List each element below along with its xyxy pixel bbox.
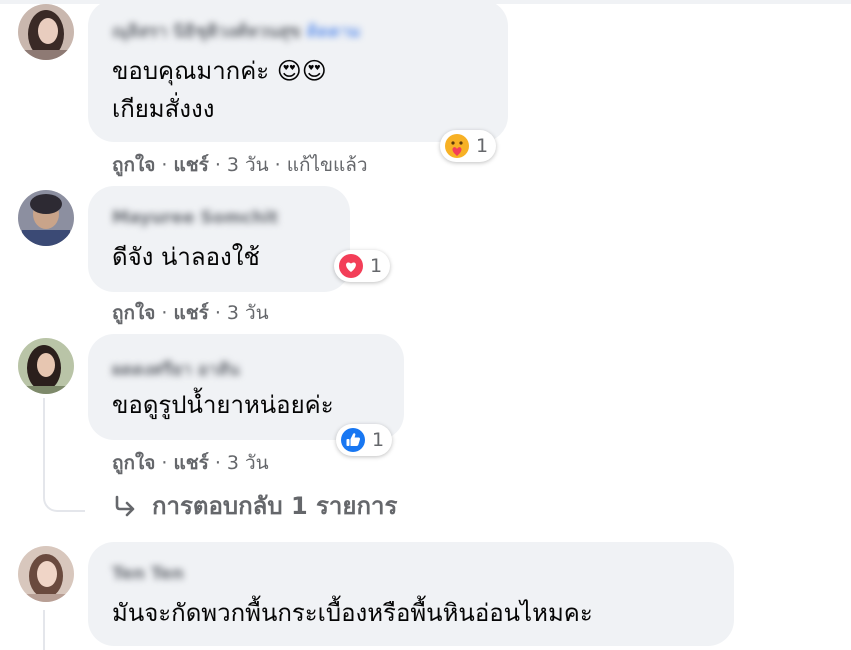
- comment-timestamp[interactable]: 3 วัน: [227, 448, 269, 478]
- love-heart-icon: [339, 254, 363, 278]
- reply-thread-corner: [43, 492, 85, 512]
- comment-bubble: Ten Ten มันจะกัดพวกพื้นกระเบื้องหรือพื้น…: [88, 542, 734, 646]
- comment-author-name[interactable]: Ten Ten: [112, 564, 184, 584]
- reply-thread-line: [43, 610, 45, 650]
- avatar-photo: [18, 190, 74, 246]
- commenter-avatar[interactable]: [18, 338, 74, 394]
- comment-text-line: ขอบคุณมากค่ะ 😍😍: [112, 57, 327, 85]
- share-button[interactable]: แชร์: [173, 448, 208, 478]
- reaction-summary[interactable]: 1: [334, 250, 391, 282]
- comment-actions: ถูกใจ · แชร์ · 3 วัน: [112, 298, 269, 328]
- like-thumb-icon: [341, 428, 365, 452]
- dot-separator: ·: [214, 452, 221, 474]
- care-emoji-icon: [445, 134, 469, 158]
- comment-author-name[interactable]: ณุลิสรา นิธิชุติวงศ์หวนสุข ติดตาม: [112, 18, 361, 45]
- share-button[interactable]: แชร์: [173, 298, 208, 328]
- edited-label[interactable]: แก้ไขแล้ว: [287, 150, 368, 180]
- reaction-count: 1: [476, 135, 489, 157]
- commenter-avatar[interactable]: [18, 546, 74, 602]
- comment-timestamp[interactable]: 3 วัน: [227, 150, 269, 180]
- comment-author-name[interactable]: ผดดงศรียา อาสัน: [112, 356, 239, 383]
- share-button[interactable]: แชร์: [173, 150, 208, 180]
- comment-bubble: Mayuree Somchit ดีจัง น่าลองใช้: [88, 186, 350, 292]
- avatar-photo: [18, 338, 74, 394]
- view-replies-link[interactable]: การตอบกลับ 1 รายการ: [112, 486, 397, 525]
- comment-timestamp[interactable]: 3 วัน: [227, 298, 269, 328]
- reply-thread-line: [43, 398, 45, 494]
- dot-separator: ·: [161, 302, 168, 324]
- like-button[interactable]: ถูกใจ: [112, 150, 155, 180]
- reaction-count: 1: [370, 255, 383, 277]
- reply-arrow-icon: [115, 495, 135, 516]
- commenter-avatar[interactable]: [18, 190, 74, 246]
- comment-actions: ถูกใจ · แชร์ · 3 วัน · แก้ไขแล้ว: [112, 150, 368, 180]
- view-replies-label: การตอบกลับ 1 รายการ: [152, 492, 398, 520]
- comment-text-line: ขอดูรูปน้ำยาหน่อยค่ะ: [112, 391, 334, 419]
- dot-separator: ·: [214, 302, 221, 324]
- commenter-avatar[interactable]: [18, 4, 74, 60]
- reaction-summary[interactable]: 1: [336, 424, 393, 456]
- comment-actions: ถูกใจ · แชร์ · 3 วัน: [112, 448, 269, 478]
- dot-separator: ·: [274, 154, 281, 176]
- comment-text-line: มันจะกัดพวกพื้นกระเบื้องหรือพื้นหินอ่อนไ…: [112, 599, 593, 627]
- comment-text-line: ดีจัง น่าลองใช้: [112, 243, 260, 271]
- reaction-summary[interactable]: 1: [440, 130, 497, 162]
- avatar-photo: [18, 546, 74, 602]
- dot-separator: ·: [161, 452, 168, 474]
- dot-separator: ·: [214, 154, 221, 176]
- like-button[interactable]: ถูกใจ: [112, 298, 155, 328]
- reaction-count: 1: [372, 429, 385, 451]
- dot-separator: ·: [161, 154, 168, 176]
- like-button[interactable]: ถูกใจ: [112, 448, 155, 478]
- comment-bubble: ณุลิสรา นิธิชุติวงศ์หวนสุข ติดตาม ขอบคุณ…: [88, 0, 508, 142]
- follow-link[interactable]: ติดตาม: [307, 22, 361, 42]
- avatar-photo: [18, 4, 74, 60]
- comment-author-name[interactable]: Mayuree Somchit: [112, 208, 278, 228]
- comment-text-line: เกียมสั่งงง: [112, 95, 215, 123]
